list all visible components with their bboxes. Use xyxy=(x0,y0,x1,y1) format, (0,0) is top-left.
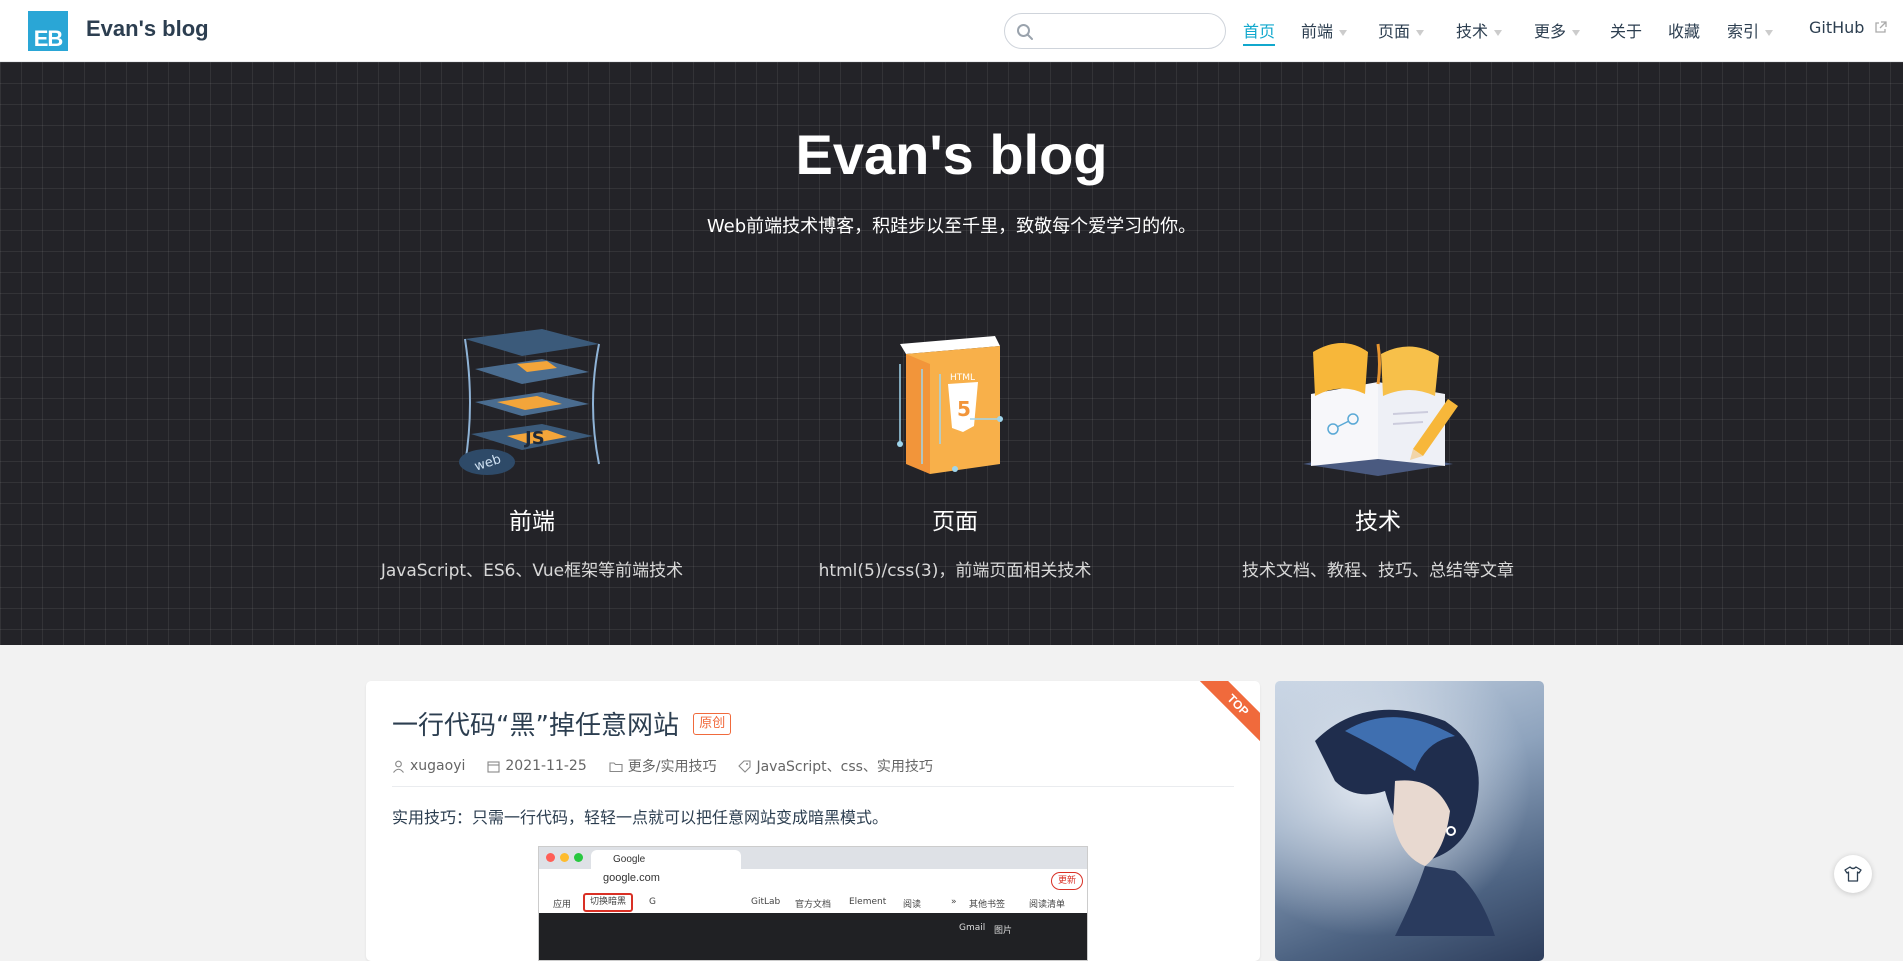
post-date: 2021-11-25 xyxy=(487,758,587,774)
nav-label: 更多 xyxy=(1534,22,1567,41)
feature-frontend[interactable]: web JS 前端 JavaScript、ES6、Vue框架等前端技术 xyxy=(322,324,742,581)
bookmark-item: 应用 xyxy=(553,900,572,910)
svg-text:HTML: HTML xyxy=(950,373,975,383)
open-book-pencil-icon xyxy=(1293,324,1463,484)
browser-url: google.com xyxy=(603,872,660,884)
close-dot-icon xyxy=(546,853,555,862)
minimize-dot-icon xyxy=(560,853,569,862)
nav-more[interactable]: 更多 xyxy=(1534,18,1581,44)
bookmark-item-highlighted: 切换暗黑 xyxy=(583,893,634,912)
browser-tabbar: Google xyxy=(539,847,1087,869)
tags-text[interactable]: JavaScript、css、实用技巧 xyxy=(756,756,932,776)
theme-toggle-button[interactable] xyxy=(1834,855,1872,893)
caret-down-icon xyxy=(1765,29,1774,36)
nav-frontend[interactable]: 前端 xyxy=(1301,18,1348,44)
calendar-icon xyxy=(487,760,500,773)
nav-label: 技术 xyxy=(1456,22,1489,41)
hero-description: Web前端技术博客，积跬步以至千里，致敬每个爱学习的你。 xyxy=(706,216,1197,237)
caret-down-icon xyxy=(1339,29,1348,36)
bookmark-item: 阅读 xyxy=(903,900,922,910)
caret-down-icon xyxy=(1572,29,1581,36)
caret-down-icon xyxy=(1416,29,1425,36)
html5-page-icon: HTML 5 xyxy=(870,324,1040,484)
bookmark-item: 其他书签 xyxy=(969,900,1006,910)
site-logo[interactable]: EB xyxy=(28,11,68,51)
post-image[interactable]: Google google.com 更新 应用 切换暗黑 G GitLab 官方… xyxy=(538,846,1088,961)
feature-details: JavaScript、ES6、Vue框架等前端技术 xyxy=(380,561,684,581)
feature-tech[interactable]: 技术 技术文档、教程、技巧、总结等文章 xyxy=(1168,324,1588,581)
nav-home[interactable]: 首页 xyxy=(1243,18,1276,46)
feature-details: html(5)/css(3)，前端页面相关技术 xyxy=(818,561,1092,581)
author-name[interactable]: xugaoyi xyxy=(410,758,465,774)
nav-label: 索引 xyxy=(1727,22,1760,41)
browser-tab: Google xyxy=(591,850,741,869)
sticky-ribbon: TOP xyxy=(1198,681,1260,745)
browser-bookmarks-bar: 应用 切换暗黑 G GitLab 官方文档 Element 阅读 » 其他书签 … xyxy=(539,893,1087,914)
nav-label: GitHub xyxy=(1809,18,1865,37)
user-icon xyxy=(393,760,404,773)
browser-update-button: 更新 xyxy=(1050,872,1083,890)
feature-title: 页面 xyxy=(932,509,978,535)
post-card: TOP 一行代码“黑”掉任意网站 原创 xugaoyi 2021-11-25 更… xyxy=(366,681,1260,961)
feature-pages[interactable]: HTML 5 页面 html(5)/css(3)，前端页面相关技术 xyxy=(745,324,1165,581)
nav-label: 首页 xyxy=(1243,22,1276,41)
post-author[interactable]: xugaoyi xyxy=(392,758,465,774)
search-box[interactable] xyxy=(1004,13,1226,49)
post-title[interactable]: 一行代码“黑”掉任意网站 原创 xyxy=(392,705,732,742)
bookmark-item: GitLab xyxy=(751,897,781,907)
post-meta: xugaoyi 2021-11-25 更多/实用技巧 JavaScript、cs… xyxy=(392,756,933,776)
bookmark-item: 官方文档 xyxy=(795,900,832,910)
nav-label: 页面 xyxy=(1378,22,1411,41)
dark-link: 图片 xyxy=(994,926,1013,936)
post-title-text[interactable]: 一行代码“黑”掉任意网站 xyxy=(392,711,679,741)
original-badge: 原创 xyxy=(693,712,732,735)
maximize-dot-icon xyxy=(574,853,583,862)
tag-icon xyxy=(738,759,752,773)
layered-js-icon: web JS xyxy=(447,324,617,484)
feature-details: 技术文档、教程、技巧、总结等文章 xyxy=(1242,561,1514,581)
browser-urlbar: google.com 更新 xyxy=(539,869,1087,893)
svg-text:5: 5 xyxy=(957,397,971,421)
shirt-icon xyxy=(1844,866,1862,882)
nav-index[interactable]: 索引 xyxy=(1727,18,1774,44)
avatar-illustration xyxy=(1275,681,1544,936)
bookmark-item: G xyxy=(649,897,656,907)
search-icon xyxy=(1017,24,1033,40)
nav-label: 收藏 xyxy=(1668,22,1701,41)
tab-title: Google xyxy=(613,854,646,865)
bookmark-item: Element xyxy=(849,897,887,907)
hero-section: Evan's blog Web前端技术博客，积跬步以至千里，致敬每个爱学习的你。… xyxy=(0,62,1903,645)
nav-favorites[interactable]: 收藏 xyxy=(1668,18,1700,44)
nav-label: 前端 xyxy=(1301,22,1334,41)
site-name[interactable]: Evan's blog xyxy=(86,16,209,42)
dark-link: Gmail xyxy=(959,923,986,933)
nav-github[interactable]: GitHub xyxy=(1809,18,1887,44)
bookmark-item: 阅读清单 xyxy=(1029,900,1066,910)
external-link-icon xyxy=(1874,21,1887,33)
search-input[interactable] xyxy=(1041,20,1215,44)
feature-title: 技术 xyxy=(1355,509,1401,535)
nav-tech[interactable]: 技术 xyxy=(1456,18,1503,44)
folder-icon xyxy=(609,761,623,772)
nav-label: 关于 xyxy=(1610,22,1643,41)
meta-divider xyxy=(392,786,1234,787)
nav-pages[interactable]: 页面 xyxy=(1378,18,1425,44)
date-text: 2021-11-25 xyxy=(505,758,587,774)
nav-about[interactable]: 关于 xyxy=(1610,18,1642,44)
category-text[interactable]: 更多/实用技巧 xyxy=(628,756,717,776)
svg-text:JS: JS xyxy=(523,428,545,449)
post-tags[interactable]: JavaScript、css、实用技巧 xyxy=(738,756,933,776)
hero-title: Evan's blog xyxy=(795,123,1108,186)
post-category[interactable]: 更多/实用技巧 xyxy=(609,756,717,776)
blogger-avatar-card xyxy=(1275,681,1544,961)
caret-down-icon xyxy=(1494,29,1503,36)
feature-title: 前端 xyxy=(509,509,555,535)
bookmark-item: » xyxy=(951,897,957,907)
post-excerpt: 实用技巧：只需一行代码，轻轻一点就可以把任意网站变成暗黑模式。 xyxy=(392,808,889,827)
browser-dark-page: Gmail 图片 xyxy=(539,913,1087,960)
navbar: EB Evan's blog 首页 前端 页面 技术 更多 关于 收藏 索引 G… xyxy=(0,0,1903,62)
